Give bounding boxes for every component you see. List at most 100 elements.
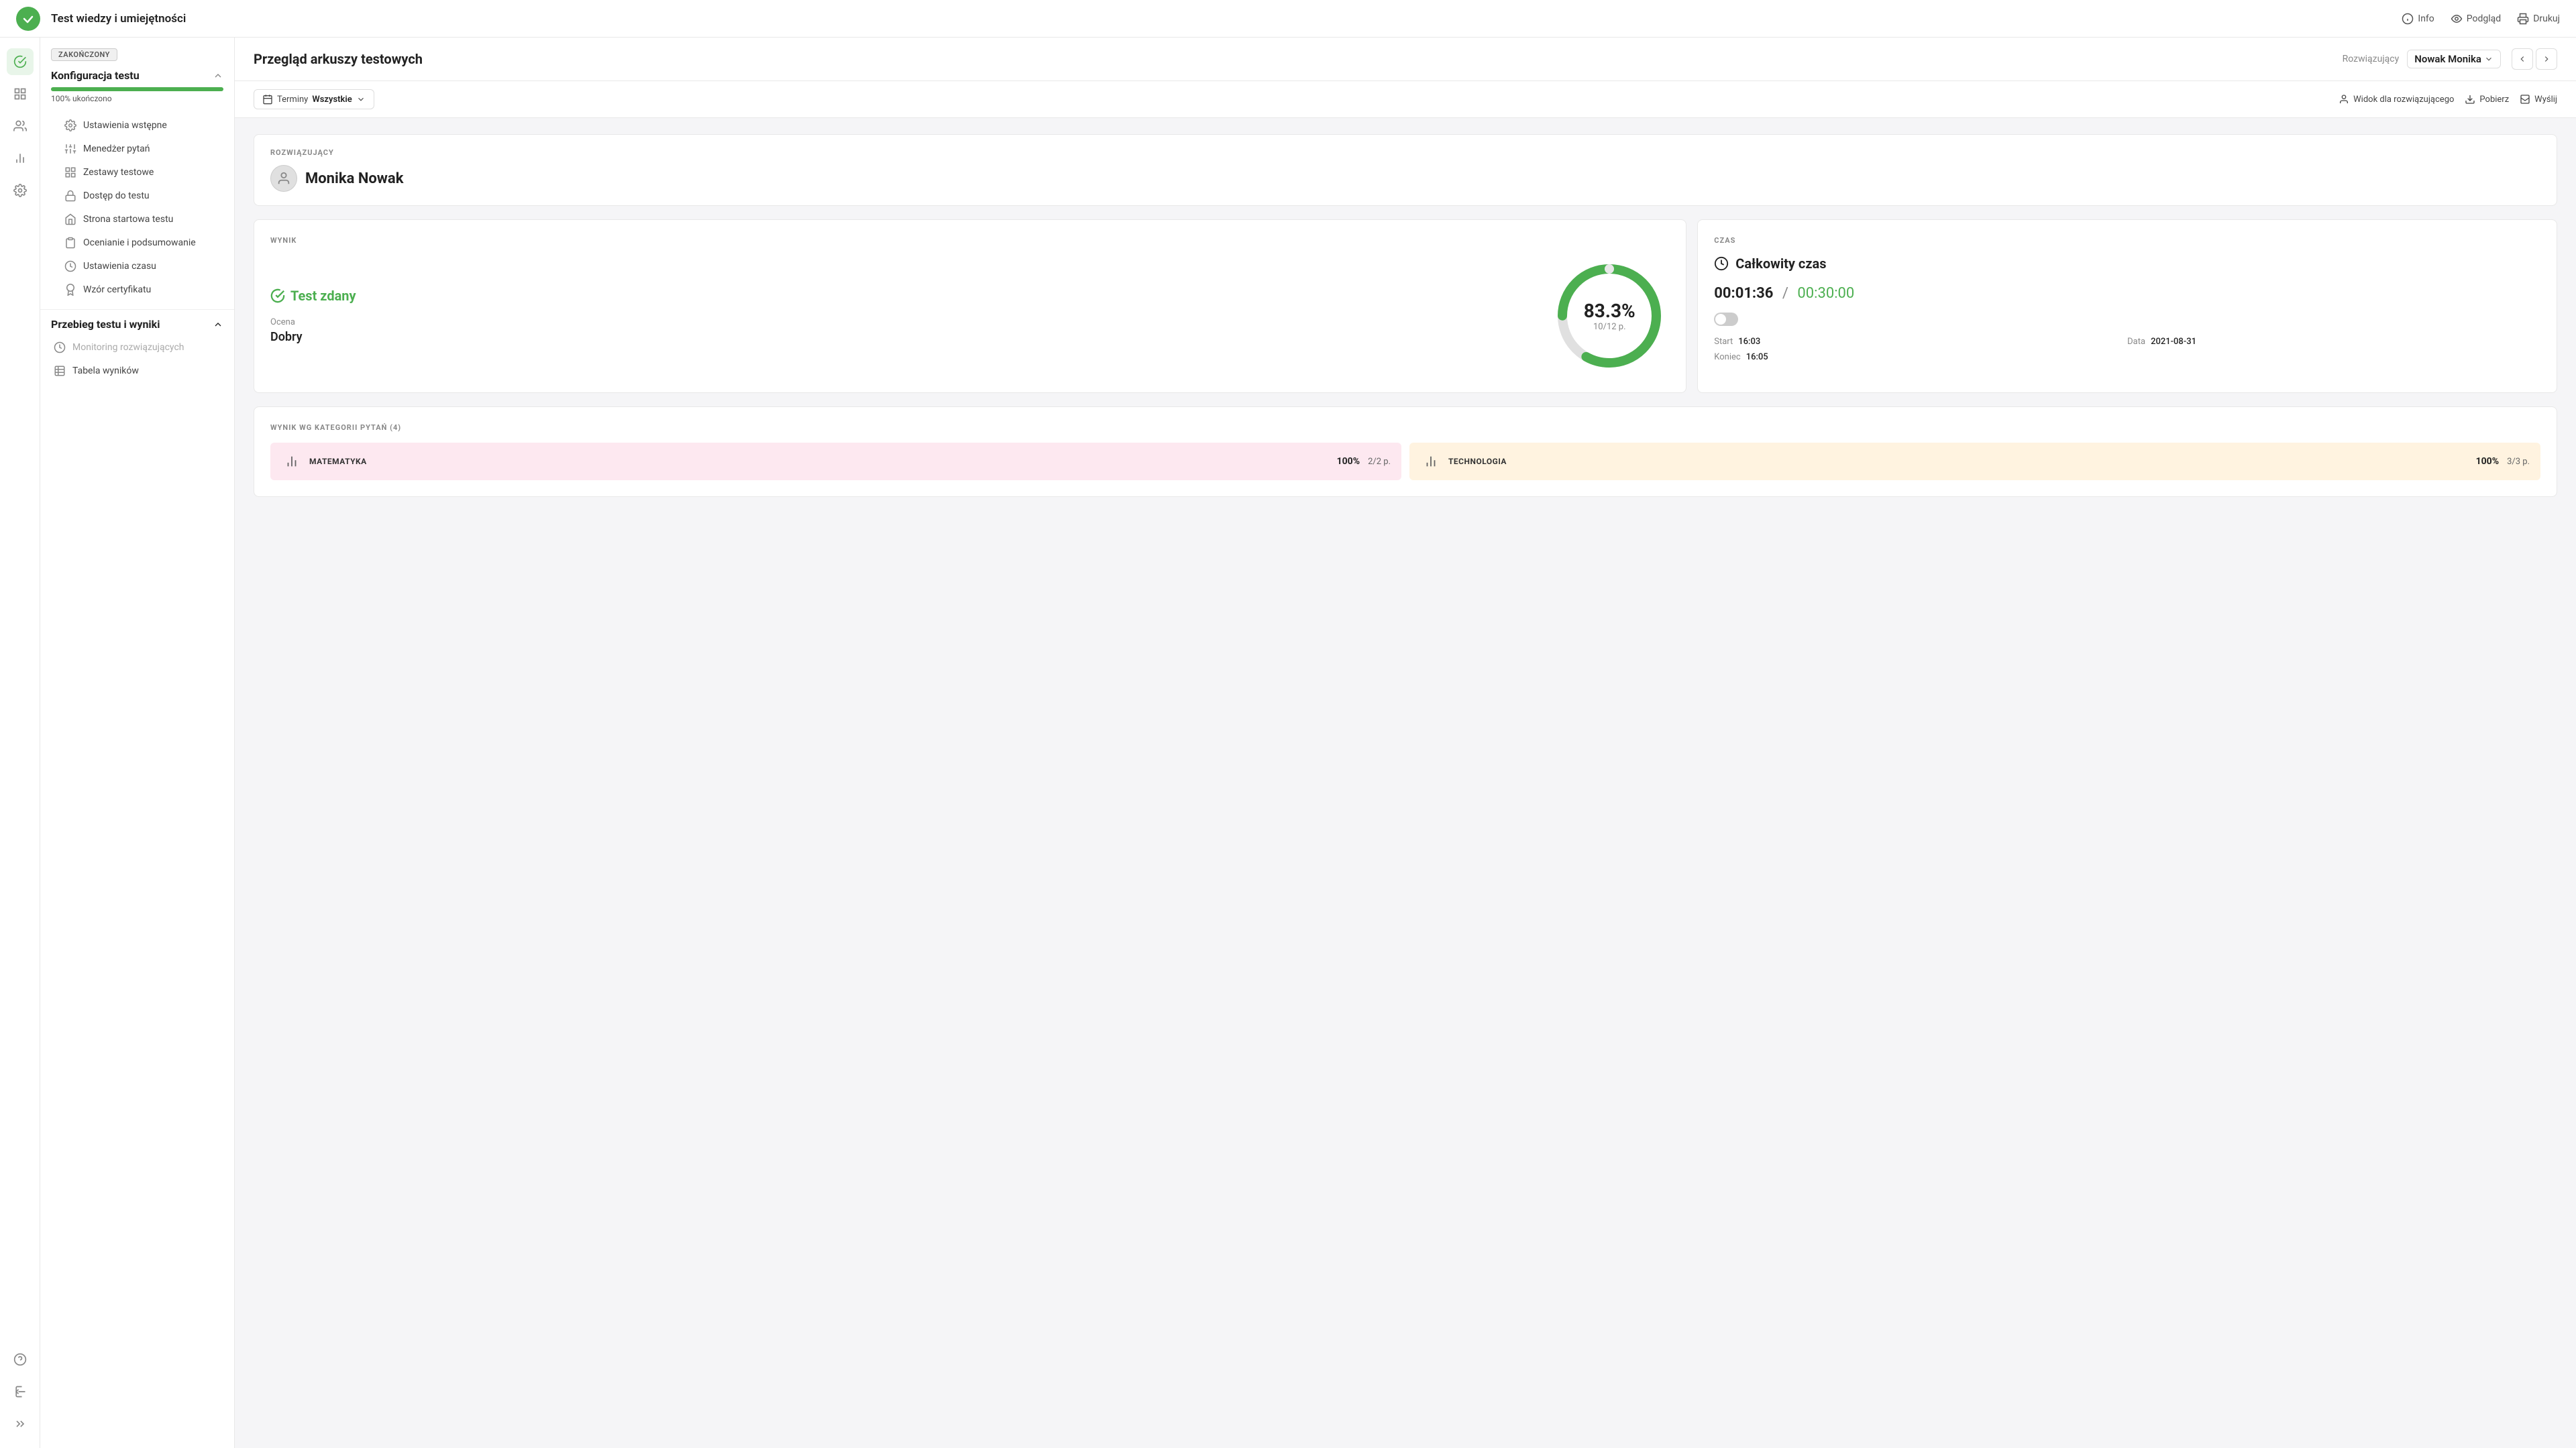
time-end-row: Koniec 16:05 [1714,352,2127,362]
result-grade-label: Ocena [270,317,1527,327]
table-icon [54,365,66,377]
time-separator: / [1782,285,1788,302]
sidebar-item-monitoring[interactable]: Monitoring rozwiązujących [43,336,231,359]
download-button[interactable]: Pobierz [2465,94,2509,105]
check-circle-icon [270,288,285,303]
sidebar-icon-check[interactable] [7,48,34,75]
category-pts-matematyka: 2/2 p. [1368,457,1391,467]
main-content: Przegląd arkuszy testowych Rozwiązujący … [235,38,2576,1448]
time-title-row: Całkowity czas [1714,256,2540,272]
time-date-row: Data 2021-08-31 [2127,337,2540,347]
chevron-left-icon [2518,54,2527,64]
sidebar-icon-help[interactable] [7,1346,34,1373]
calendar-icon [262,94,273,105]
sidebar-divider [40,309,234,310]
monitor-icon [54,341,66,353]
user-icon [2339,94,2349,105]
award-icon [64,284,76,296]
settings-icon [64,119,76,131]
category-icon-matematyka [281,451,303,472]
preview-button[interactable]: Podgląd [2451,13,2501,25]
sidebar-icon-chart[interactable] [7,145,34,172]
category-section: WYNIK WG KATEGORII PYTAŃ (4) MATEMATYKA … [254,406,2557,497]
time-section-label: CZAS [1714,236,2540,245]
sidebar-icon-grid[interactable] [7,80,34,107]
category-item-left-technologia: TECHNOLOGIA [1420,451,1507,472]
category-item-technologia: TECHNOLOGIA 100% 3/3 p. [1409,443,2540,480]
sidebar-section-title-config[interactable]: Konfiguracja testu [51,69,223,82]
category-pts-technologia: 3/3 p. [2507,457,2530,467]
sidebar-icon-users[interactable] [7,113,34,140]
sliders-icon [64,143,76,155]
sidebar-item-strona[interactable]: Strona startowa testu [54,208,221,231]
category-pct-matematyka: 100% [1337,456,1360,467]
category-right-matematyka: 100% 2/2 p. [1337,456,1391,467]
user-view-button[interactable]: Widok dla rozwiązującego [2339,94,2454,105]
date-value: 2021-08-31 [2151,337,2196,347]
category-icon-technologia [1420,451,1442,472]
home-icon [64,213,76,225]
sidebar-item-zestawy[interactable]: Zestawy testowe [54,161,221,184]
page-title: Test wiedzy i umiejętności [51,12,186,25]
clipboard-icon [64,237,76,249]
donut-percent: 83.3% [1584,300,1635,322]
result-card: WYNIK Test zdany Ocena Dobry [254,219,1686,393]
category-name-matematyka: MATEMATYKA [309,457,367,466]
start-value: 16:03 [1738,337,1760,347]
time-card: CZAS Całkowity czas 00:01:36 / 00:30:00 [1697,219,2557,393]
sidebar-icons [0,38,40,1448]
sidebar-item-tabela[interactable]: Tabela wyników [43,359,231,382]
sidebar-icon-back[interactable] [7,1378,34,1405]
progress-label: 100% ukończono [51,94,223,103]
prev-arrow[interactable] [2512,48,2533,70]
sidebar-item-czas[interactable]: Ustawienia czasu [54,255,221,278]
category-grid: MATEMATYKA 100% 2/2 p. TECHNOLOGIA [270,443,2540,480]
solver-card: ROZWIĄZUJĄCY Monika Nowak [254,134,2557,206]
sidebar-item-ustawienia[interactable]: Ustawienia wstępne [54,114,221,137]
toolbar-left: Terminy Wszystkie [254,89,374,109]
content-body: ROZWIĄZUJĄCY Monika Nowak WYNIK [235,118,2576,513]
time-values: 00:01:36 / 00:30:00 [1714,285,2540,302]
sidebar-item-dostep[interactable]: Dostęp do testu [54,184,221,207]
resolver-dropdown[interactable]: Nowak Monika [2407,50,2501,68]
category-item-left-matematyka: MATEMATYKA [281,451,367,472]
result-content: Test zdany Ocena Dobry [270,256,1670,376]
terms-dropdown[interactable]: Terminy Wszystkie [254,89,374,109]
solver-section-label: ROZWIĄZUJĄCY [270,148,2540,157]
download-icon [2465,94,2475,105]
sidebar-item-ocenianie[interactable]: Ocenianie i podsumowanie [54,231,221,254]
sidebar-item-menedzer[interactable]: Menedżer pytań [54,137,221,160]
sidebar-icon-expand[interactable] [7,1410,34,1437]
toggle-thumb [1715,314,1726,325]
content-header: Przegląd arkuszy testowych Rozwiązujący … [235,38,2576,81]
dropdown-arrow-icon [2484,54,2493,64]
sidebar-bottom-icons [7,1346,34,1437]
time-total: 00:30:00 [1797,285,1854,302]
status-badge: ZAKOŃCZONY [51,48,117,61]
sidebar-item-wzor[interactable]: Wzór certyfikatu [54,278,221,301]
lock-icon [64,190,76,202]
info-icon [2402,13,2414,25]
next-arrow[interactable] [2536,48,2557,70]
content-header-right: Rozwiązujący Nowak Monika [2343,48,2557,70]
bar-chart2-icon [1424,454,1438,469]
time-details: Start 16:03 Data 2021-08-31 Koniec 16:05 [1714,337,2540,362]
toolbar-right: Widok dla rozwiązującego Pobierz Wyślij [2339,94,2557,105]
date-label: Data [2127,337,2145,347]
result-status: Test zdany [270,288,1527,304]
main-layout: ZAKOŃCZONY Konfiguracja testu 100% ukońc… [0,38,2576,1448]
time-title: Całkowity czas [1735,256,1826,272]
category-header: WYNIK WG KATEGORII PYTAŃ (4) [270,423,2540,432]
nav-arrows [2512,48,2557,70]
chevron-right-icon [2542,54,2551,64]
sidebar-icon-settings[interactable] [7,177,34,204]
send-button[interactable]: Wyślij [2520,94,2557,105]
info-button[interactable]: Info [2402,13,2434,25]
time-toggle[interactable] [1714,313,2540,326]
user-avatar-icon [276,171,291,186]
topbar-actions: Info Podgląd Drukuj [2402,13,2560,25]
toggle-track[interactable] [1714,313,1738,326]
sidebar-section-title-results[interactable]: Przebieg testu i wyniki [40,318,234,331]
print-button[interactable]: Drukuj [2517,13,2560,25]
category-name-technologia: TECHNOLOGIA [1448,457,1507,466]
